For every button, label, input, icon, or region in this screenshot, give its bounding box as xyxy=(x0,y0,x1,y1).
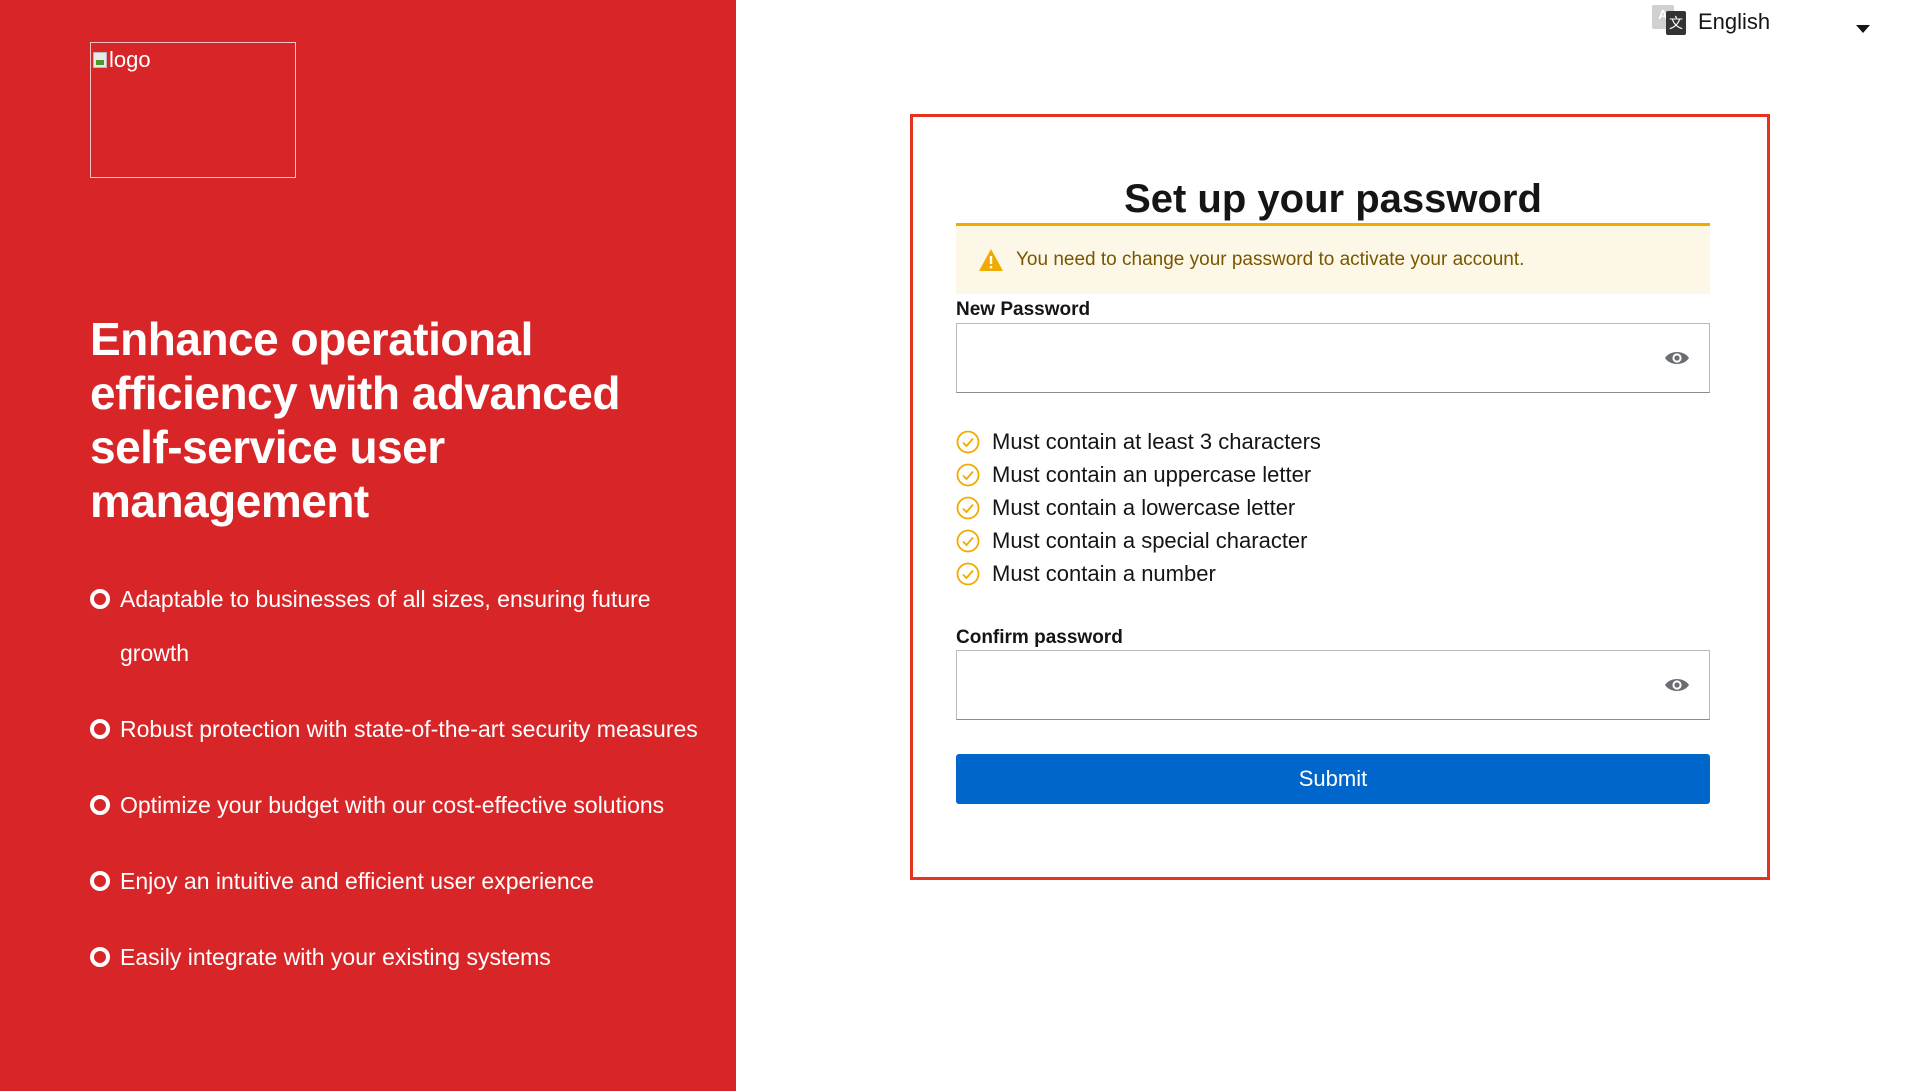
requirement-text: Must contain a special character xyxy=(992,527,1308,553)
broken-image-icon: logo xyxy=(93,47,151,73)
requirement-text: Must contain a number xyxy=(992,560,1216,586)
feature-text: Optimize your budget with our cost-effec… xyxy=(120,792,665,818)
logo: logo xyxy=(90,42,296,178)
feature-item: Robust protection with state-of-the-art … xyxy=(90,702,730,756)
requirement-text: Must contain an uppercase letter xyxy=(992,461,1312,487)
bullet-icon xyxy=(90,947,110,967)
check-circle-icon xyxy=(956,430,980,453)
check-circle-icon xyxy=(956,496,980,519)
feature-item: Optimize your budget with our cost-effec… xyxy=(90,778,730,832)
confirm-password-input[interactable] xyxy=(957,651,1647,719)
requirement-item: Must contain an uppercase letter xyxy=(956,458,1321,491)
password-requirements: Must contain at least 3 characters Must … xyxy=(956,425,1321,590)
requirement-item: Must contain at least 3 characters xyxy=(956,425,1321,458)
show-password-eye-icon[interactable] xyxy=(1663,673,1691,697)
new-password-field-wrapper xyxy=(956,323,1710,393)
bullet-icon xyxy=(90,719,110,739)
feature-text: Enjoy an intuitive and efficient user ex… xyxy=(120,868,594,894)
requirement-item: Must contain a number xyxy=(956,557,1321,590)
bullet-icon xyxy=(90,589,110,609)
feature-list: Adaptable to businesses of all sizes, en… xyxy=(90,572,730,984)
requirement-item: Must contain a special character xyxy=(956,524,1321,557)
check-circle-icon xyxy=(956,562,980,585)
requirement-text: Must contain at least 3 characters xyxy=(992,428,1321,454)
form-title: Set up your password xyxy=(1124,177,1542,221)
check-circle-icon xyxy=(956,529,980,552)
feature-text: Adaptable to businesses of all sizes, en… xyxy=(120,586,651,666)
check-circle-icon xyxy=(956,463,980,486)
new-password-label: New Password xyxy=(956,299,1091,320)
feature-text: Robust protection with state-of-the-art … xyxy=(120,716,698,742)
language-selector[interactable]: A文 English xyxy=(1652,0,1882,44)
feature-item: Adaptable to businesses of all sizes, en… xyxy=(90,572,680,680)
bullet-icon xyxy=(90,795,110,815)
submit-button[interactable]: Submit xyxy=(956,754,1710,804)
requirement-item: Must contain a lowercase letter xyxy=(956,491,1321,524)
feature-text: Easily integrate with your existing syst… xyxy=(120,944,551,970)
requirement-text: Must contain a lowercase letter xyxy=(992,494,1296,520)
logo-alt-text: logo xyxy=(109,47,151,72)
hero-panel: logo Enhance operational efficiency with… xyxy=(0,0,736,1091)
alert-message: You need to change your password to acti… xyxy=(1016,249,1525,270)
warning-alert: You need to change your password to acti… xyxy=(956,223,1710,294)
caret-down-icon xyxy=(1856,25,1870,33)
warning-icon xyxy=(979,249,1003,271)
bullet-icon xyxy=(90,871,110,891)
feature-item: Enjoy an intuitive and efficient user ex… xyxy=(90,854,730,908)
language-label: English xyxy=(1698,9,1771,34)
translate-icon: A文 xyxy=(1652,5,1688,39)
hero-title: Enhance operational efficiency with adva… xyxy=(90,313,620,527)
show-password-eye-icon[interactable] xyxy=(1663,346,1691,370)
confirm-password-label: Confirm password xyxy=(956,627,1123,648)
confirm-password-field-wrapper xyxy=(956,650,1710,720)
feature-item: Easily integrate with your existing syst… xyxy=(90,930,730,984)
password-form-card: Set up your password You need to change … xyxy=(910,114,1770,880)
new-password-input[interactable] xyxy=(957,324,1647,392)
